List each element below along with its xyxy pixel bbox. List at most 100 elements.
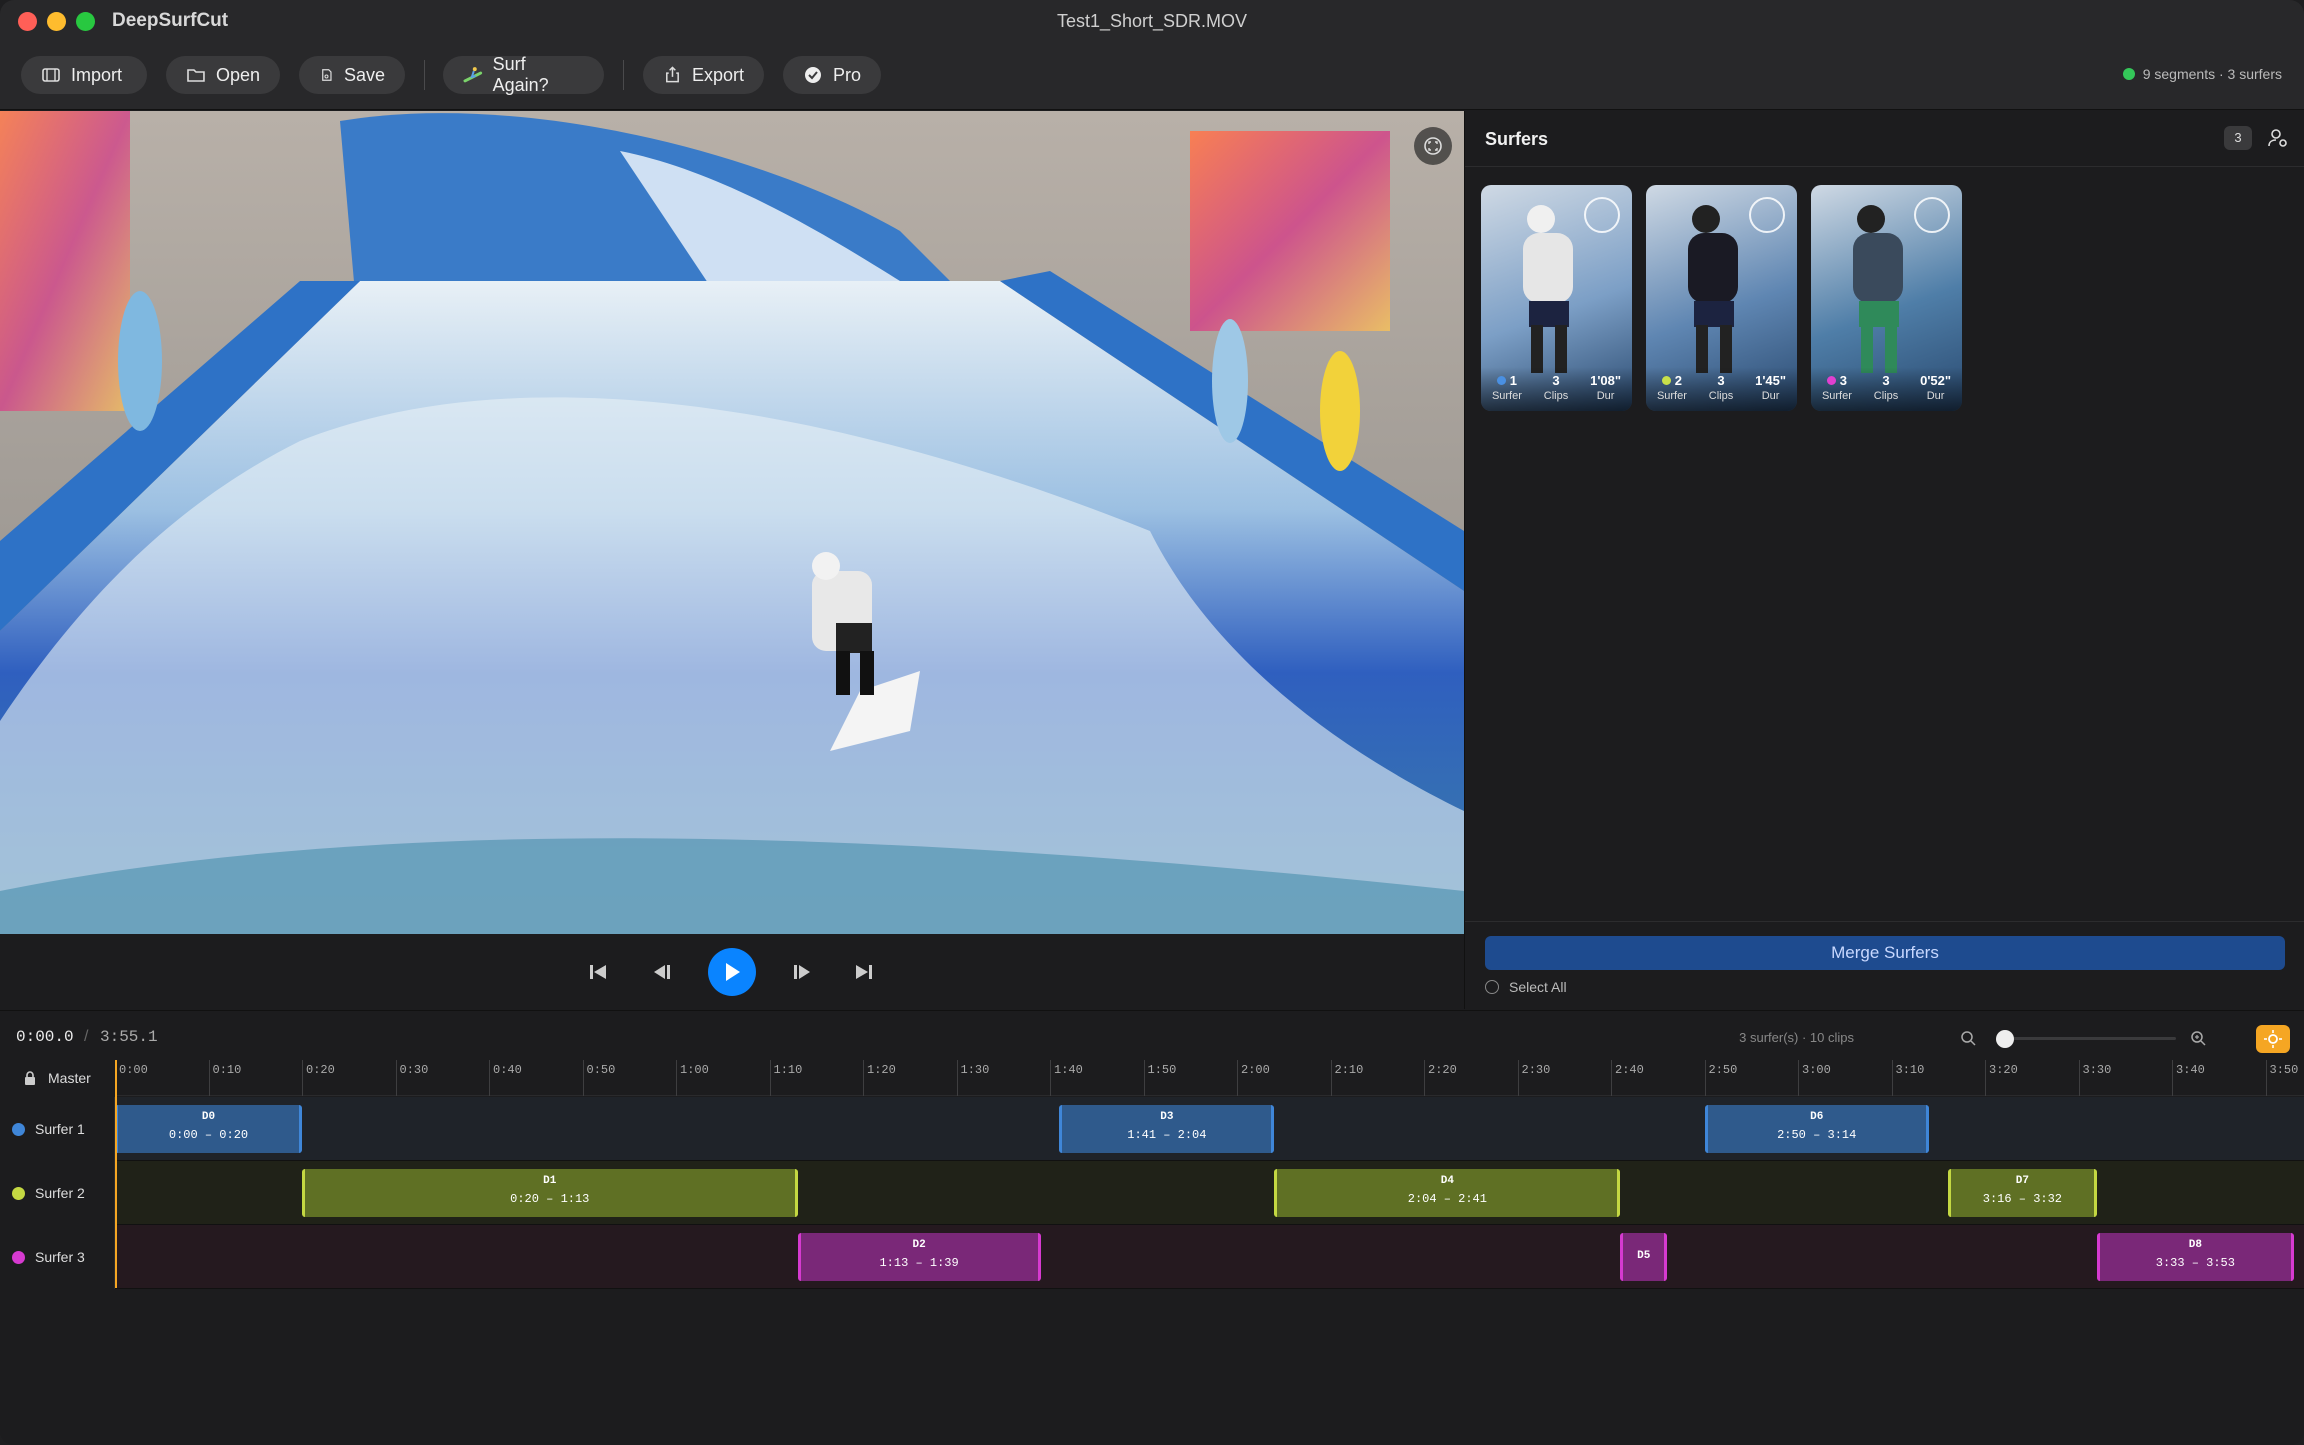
zoom-slider-knob[interactable] — [1996, 1030, 2014, 1048]
track-label[interactable]: Surfer 2 — [0, 1161, 115, 1225]
skip-to-start-button[interactable] — [580, 954, 616, 990]
timeline-info: 3 surfer(s) · 10 clips — [1739, 1030, 1854, 1045]
clip-range: 0:20 – 1:13 — [510, 1192, 590, 1206]
master-track-label[interactable]: Master — [0, 1060, 115, 1096]
status-text: 9 segments · 3 surfers — [2142, 66, 2282, 82]
current-time: 0:00.0 — [16, 1028, 74, 1046]
surfer-track[interactable]: Surfer 1 D0 0:00 – 0:20 D3 1:41 – 2:04 D6 2:50… — [0, 1097, 2304, 1161]
ruler-tick: 1:40 — [1050, 1060, 1083, 1096]
ruler-tick: 2:00 — [1237, 1060, 1270, 1096]
ruler-tick: 1:10 — [769, 1060, 802, 1096]
time-ruler[interactable]: 0:00 0:10 0:20 0:30 0:40 0:50 1:00 1:10 1:20 1:30… — [115, 1060, 2304, 1096]
surf-again-button[interactable]: Surf Again? — [443, 54, 604, 95]
export-button[interactable]: Export — [643, 56, 764, 94]
toolbar: Import Open Save Surf Again? Export Pro … — [0, 44, 2304, 110]
track-label[interactable]: Surfer 3 — [0, 1225, 115, 1289]
timeline-clip[interactable]: D5 — [1620, 1233, 1668, 1281]
timeline-clip[interactable]: D7 3:16 – 3:32 — [1947, 1169, 2098, 1217]
save-label: Save — [343, 64, 385, 85]
timeline-clip[interactable]: D1 0:20 – 1:13 — [302, 1169, 798, 1217]
track-color-dot — [12, 1122, 25, 1136]
surfer-clips: 3 Clips — [1543, 373, 1569, 402]
ruler-tick: 1:30 — [956, 1060, 989, 1096]
title-bar: DeepSurfCut Test1_Short_SDR.MOV — [0, 0, 2304, 44]
ruler-tick: 1:20 — [863, 1060, 896, 1096]
surfer-duration: 1'45" Dur — [1755, 373, 1787, 402]
video-preview[interactable] — [0, 111, 1464, 934]
surfer-clips: 3 Clips — [1708, 373, 1734, 402]
ruler-tick: 0:20 — [302, 1060, 335, 1096]
ruler-tick: 2:10 — [1330, 1060, 1363, 1096]
timeline-clip[interactable]: D8 3:33 – 3:53 — [2097, 1233, 2294, 1281]
clip-range: 3:16 – 3:32 — [1982, 1192, 2062, 1206]
pro-label: Pro — [832, 64, 861, 85]
checkmark-circle-icon — [1485, 980, 1499, 994]
timeline-clip[interactable]: D6 2:50 – 3:14 — [1704, 1105, 1929, 1153]
clip-name: D2 — [912, 1239, 926, 1251]
surfer-card[interactable]: 3 Surfer 3 Clips 0'52" Dur — [1811, 185, 1962, 411]
surfer-count-badge: 3 — [2224, 126, 2252, 150]
save-button[interactable]: Save — [299, 56, 405, 94]
ruler-tick: 3:00 — [1798, 1060, 1831, 1096]
select-all-toggle[interactable]: Select All — [1485, 979, 1567, 995]
verified-badge-icon — [804, 67, 821, 83]
timeline-clip[interactable]: D4 2:04 – 2:41 — [1274, 1169, 1621, 1217]
surfer-number: 1 Surfer — [1491, 373, 1522, 402]
add-person-button[interactable] — [2266, 126, 2290, 150]
app-window: DeepSurfCut Test1_Short_SDR.MOV Import O… — [0, 0, 2304, 1445]
track-name: Surfer 3 — [35, 1249, 85, 1265]
surfer-duration: 0'52" Dur — [1920, 373, 1952, 402]
surfers-panel: Surfers 3 1 Surfer 3 Clips 1'08" Dur 2 Surfer 3 C… — [1464, 111, 2304, 1009]
ruler-tick: 2:30 — [1517, 1060, 1550, 1096]
step-back-icon — [654, 965, 670, 979]
playhead[interactable] — [115, 1060, 117, 1288]
surfer-track[interactable]: Surfer 2 D1 0:20 – 1:13 D4 2:04 – 2:41 D7 3:16… — [0, 1161, 2304, 1225]
zoom-in-icon[interactable] — [2190, 1030, 2206, 1046]
track-label[interactable]: Surfer 1 — [0, 1097, 115, 1161]
skip-to-end-button[interactable] — [846, 954, 882, 990]
clip-name: D4 — [1440, 1175, 1454, 1187]
surf-again-label: Surf Again? — [492, 54, 549, 95]
ruler-tick: 3:10 — [1891, 1060, 1924, 1096]
surfer-cards: 1 Surfer 3 Clips 1'08" Dur 2 Surfer 3 Clips 1'45" D… — [1481, 185, 1962, 411]
clip-name: D6 — [1810, 1111, 1824, 1123]
film-icon — [42, 68, 60, 82]
surfer-duration: 1'08" Dur — [1590, 373, 1622, 402]
clip-name: D0 — [201, 1111, 216, 1123]
total-duration: 3:55.1 — [100, 1028, 158, 1046]
step-back-button[interactable] — [644, 954, 680, 990]
fullscreen-button[interactable] — [1414, 127, 1452, 165]
timeline-clip[interactable]: D0 0:00 – 0:20 — [115, 1105, 302, 1153]
import-button[interactable]: Import — [21, 56, 147, 94]
pro-button[interactable]: Pro — [783, 56, 881, 94]
clip-range: 0:00 – 0:20 — [168, 1128, 249, 1142]
folder-icon — [187, 69, 205, 82]
select-all-label: Select All — [1509, 979, 1567, 995]
select-surfer-toggle[interactable] — [1749, 197, 1785, 233]
open-label: Open — [215, 64, 260, 85]
ruler-tick: 0:10 — [208, 1060, 241, 1096]
segments-status: 9 segments · 3 surfers — [2122, 66, 2282, 82]
play-button[interactable] — [708, 948, 756, 996]
ruler-tick: 3:40 — [2172, 1060, 2205, 1096]
clip-name: D5 — [1637, 1250, 1651, 1262]
surfer-icon — [463, 67, 483, 83]
surfer-card[interactable]: 1 Surfer 3 Clips 1'08" Dur — [1481, 185, 1632, 411]
surfer-card[interactable]: 2 Surfer 3 Clips 1'45" Dur — [1646, 185, 1797, 411]
surfer-track[interactable]: Surfer 3 D2 1:13 – 1:39 D5 D8 3:33 – 3:53 — [0, 1225, 2304, 1289]
open-button[interactable]: Open — [166, 56, 280, 94]
surfer-color-dot — [1826, 376, 1836, 385]
zoom-out-icon[interactable] — [1960, 1030, 1976, 1046]
merge-surfers-button[interactable]: Merge Surfers — [1485, 936, 2285, 970]
brightness-button[interactable] — [2256, 1025, 2290, 1053]
step-forward-button[interactable] — [784, 954, 820, 990]
surfers-title: Surfers — [1485, 129, 1549, 149]
track-name: Surfer 2 — [35, 1185, 85, 1201]
ruler-tick: 2:40 — [1611, 1060, 1644, 1096]
timeline-clip[interactable]: D3 1:41 – 2:04 — [1059, 1105, 1275, 1153]
ruler-tick: 0:40 — [489, 1060, 522, 1096]
select-surfer-toggle[interactable] — [1584, 197, 1620, 233]
timeline-clip[interactable]: D2 1:13 – 1:39 — [797, 1233, 1041, 1281]
zoom-slider[interactable] — [1996, 1037, 2176, 1040]
select-surfer-toggle[interactable] — [1914, 197, 1950, 233]
